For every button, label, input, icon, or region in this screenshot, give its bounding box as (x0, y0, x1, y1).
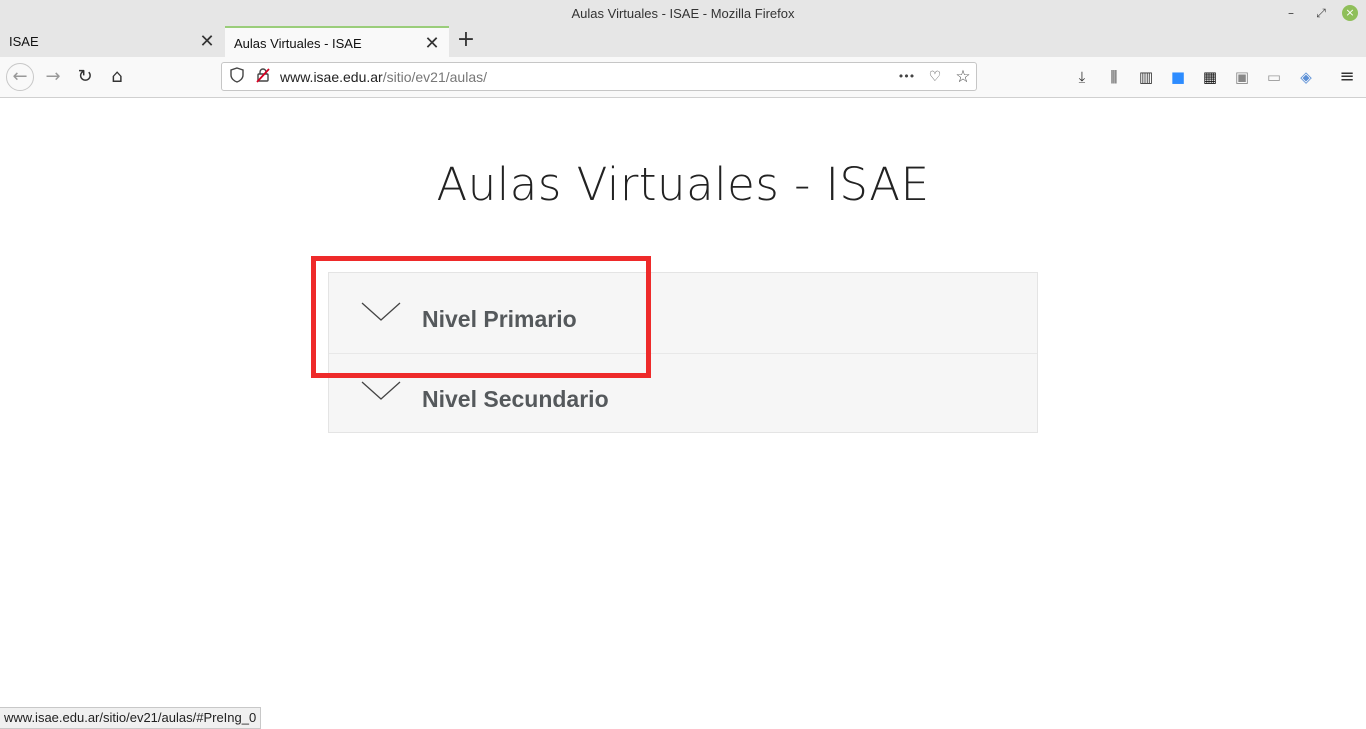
extension-grid-icon[interactable]: ▦ (1199, 66, 1221, 88)
extension-translate-icon[interactable]: ◈ (1295, 66, 1317, 88)
tab-close-icon[interactable]: ✕ (197, 31, 217, 51)
downloads-icon[interactable]: ⤓ (1071, 66, 1093, 88)
page-title: Aulas Virtuales - ISAE (436, 158, 930, 211)
tab-isae[interactable]: ISAE ✕ (0, 26, 224, 57)
library-icon[interactable]: ⫼ (1103, 66, 1125, 88)
tab-aulas-virtuales[interactable]: Aulas Virtuales - ISAE ✕ (225, 26, 449, 57)
tab-label: ISAE (9, 34, 39, 49)
pocket-icon[interactable]: ♡ (925, 67, 945, 87)
tab-close-icon[interactable]: ✕ (422, 33, 442, 53)
bookmark-star-icon[interactable]: ☆ (953, 67, 973, 87)
home-button[interactable]: ⌂ (105, 65, 129, 89)
extension-screenshot-icon[interactable]: ▭ (1263, 66, 1285, 88)
link-status-bar: www.isae.edu.ar/sitio/ev21/aulas/#PreIng… (0, 707, 262, 729)
minimize-button[interactable]: – (1282, 4, 1300, 22)
tab-label: Aulas Virtuales - ISAE (234, 36, 362, 51)
window-titlebar: Aulas Virtuales - ISAE - Mozilla Firefox… (0, 0, 1366, 26)
insecure-lock-icon[interactable] (253, 67, 273, 87)
hamburger-menu-icon[interactable]: ≡ (1336, 66, 1358, 88)
new-tab-button[interactable]: + (454, 28, 478, 52)
window-title: Aulas Virtuales - ISAE - Mozilla Firefox (571, 6, 795, 21)
url-path: /sitio/ev21/aulas/ (382, 69, 488, 85)
close-window-button[interactable]: × (1342, 5, 1358, 21)
page-actions-icon[interactable]: ••• (896, 67, 916, 87)
highlight-box (311, 256, 651, 378)
navigation-toolbar: ← → ↻ ⌂ www.isae.edu.ar/sitio/ev21/aulas… (0, 57, 1366, 98)
forward-button[interactable]: → (41, 65, 65, 89)
extension-avatar-icon[interactable]: ▣ (1231, 66, 1253, 88)
accordion-item-label: Nivel Secundario (422, 386, 609, 412)
restore-button[interactable]: ⤢ (1312, 4, 1330, 22)
reload-button[interactable]: ↻ (73, 65, 97, 89)
url-host: www.isae.edu.ar (280, 69, 383, 85)
zoom-extension-icon[interactable]: ■ (1167, 66, 1189, 88)
tracking-protection-shield-icon[interactable] (227, 67, 247, 87)
sidebar-icon[interactable]: ▥ (1135, 66, 1157, 88)
back-button[interactable]: ← (6, 63, 34, 91)
tab-bar: ISAE ✕ Aulas Virtuales - ISAE ✕ + (0, 26, 1366, 57)
chevron-down-icon (361, 381, 401, 400)
url-bar[interactable]: www.isae.edu.ar/sitio/ev21/aulas/ ••• ♡ … (221, 62, 977, 91)
url-text: www.isae.edu.ar/sitio/ev21/aulas/ (280, 69, 487, 85)
